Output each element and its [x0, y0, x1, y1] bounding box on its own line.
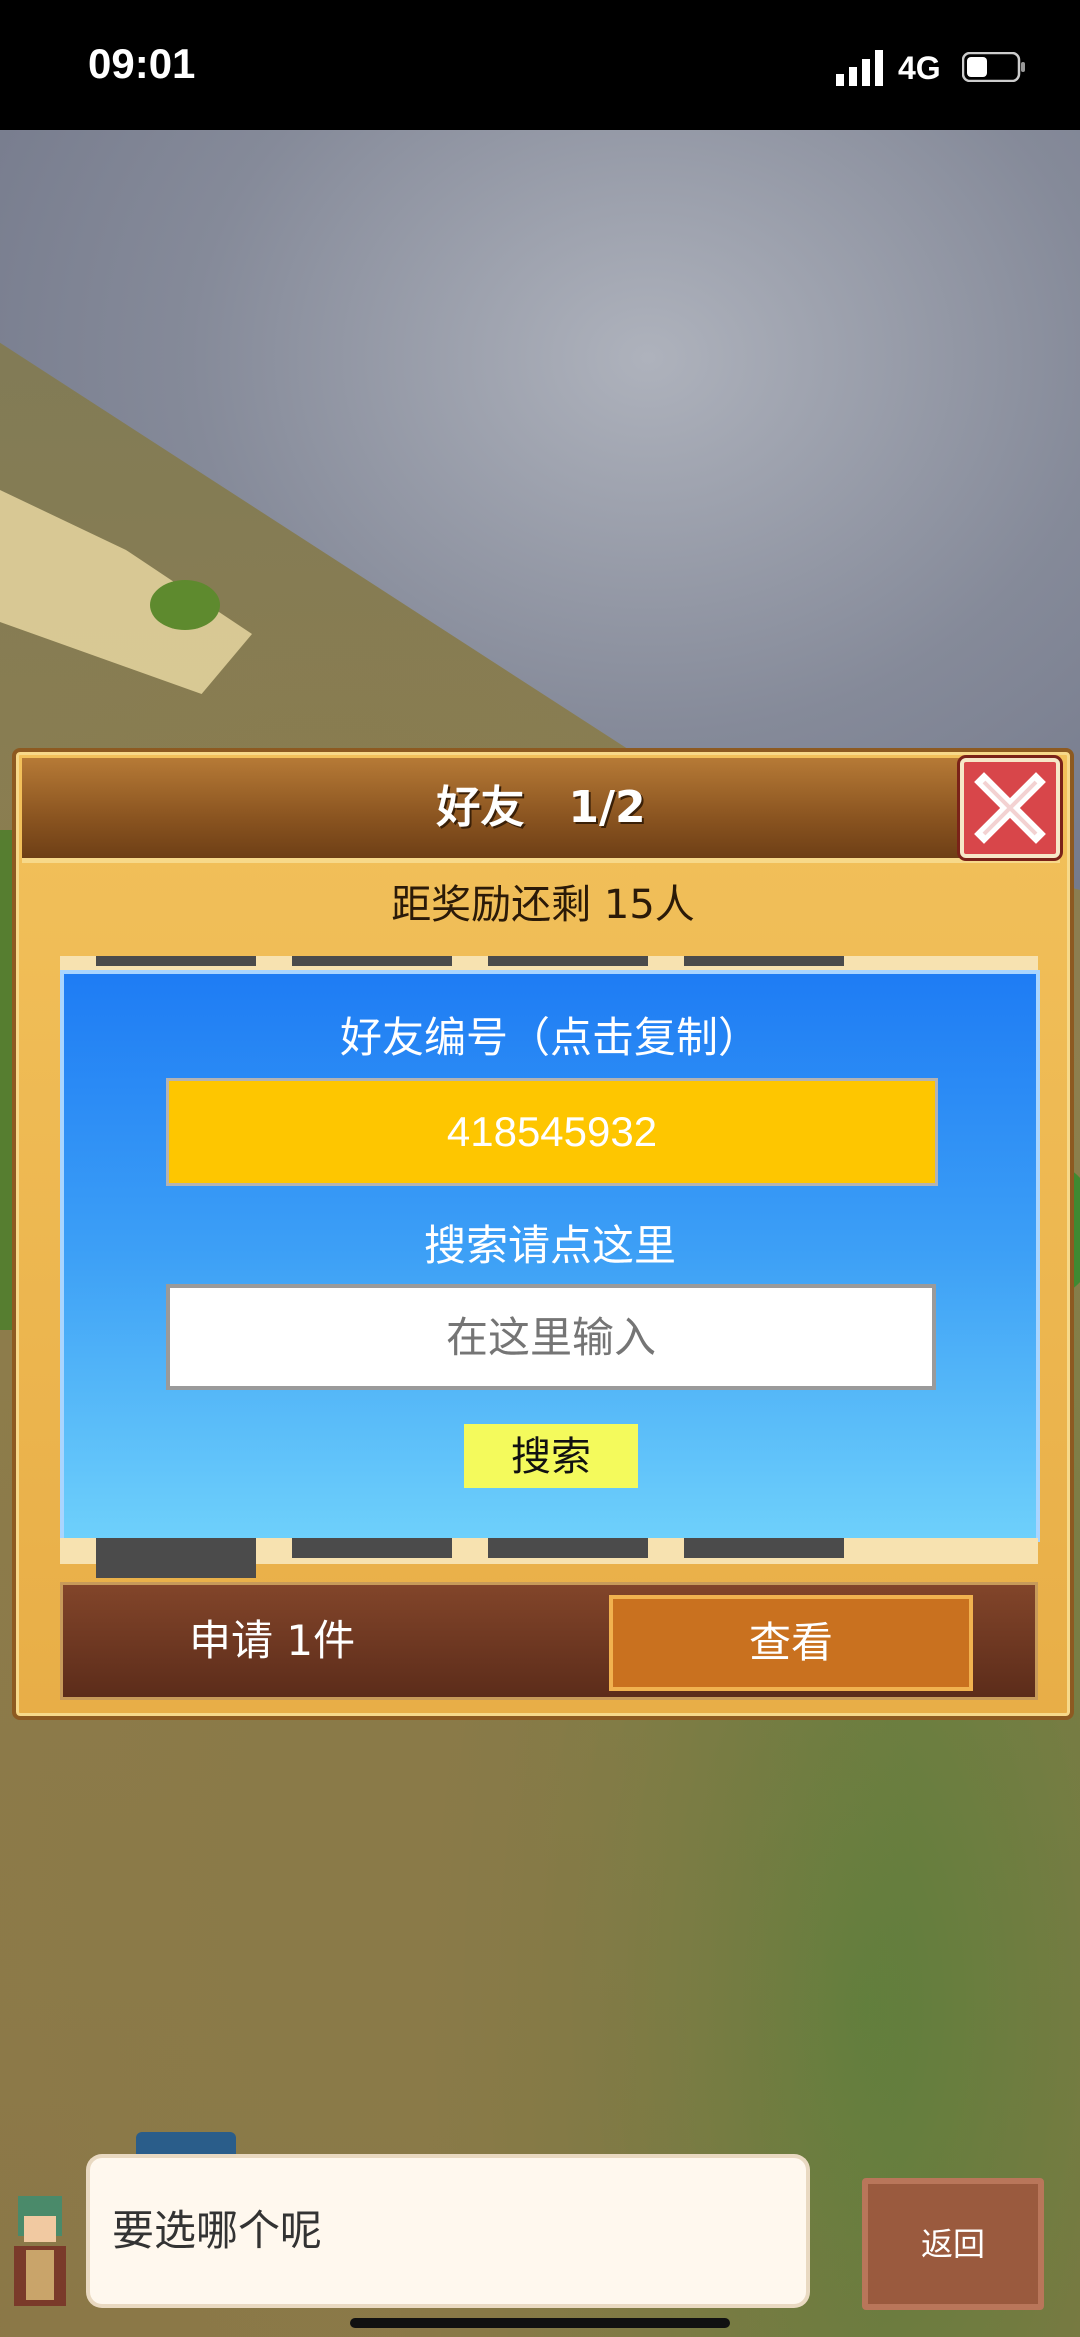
- friend-search-input[interactable]: [166, 1284, 936, 1390]
- status-time: 09:01: [88, 40, 196, 87]
- advisor-message-box: 要选哪个呢: [90, 2158, 806, 2304]
- page-indicator-top: [60, 956, 1038, 985]
- network-type: 4G: [898, 50, 941, 86]
- search-label: 搜索请点这里: [423, 1221, 676, 1270]
- view-requests-button[interactable]: 查看: [609, 1595, 973, 1691]
- home-indicator[interactable]: [350, 2318, 730, 2328]
- close-button[interactable]: [960, 758, 1060, 858]
- close-icon: [974, 772, 1046, 844]
- friend-dialog: 好友 1/2 距奖励还剩 15人 好友编号（点击复制） 418545932 搜索…: [12, 748, 1074, 1720]
- search-button[interactable]: 搜索: [464, 1424, 638, 1488]
- reward-remaining-text: 距奖励还剩 15人: [391, 882, 695, 928]
- dialog-header: 好友 1/2: [22, 758, 1060, 863]
- friend-id-copy-button[interactable]: 418545932: [166, 1078, 938, 1186]
- page-indicator-bottom: [60, 1538, 1038, 1578]
- signal-icon: [836, 50, 883, 86]
- advisor-message-text: 要选哪个呢: [112, 2206, 323, 2255]
- tree: [150, 580, 220, 630]
- request-count-text: 申请 1件: [189, 1616, 356, 1665]
- advisor-avatar-icon: [14, 2196, 66, 2306]
- battery-icon: [962, 52, 1025, 82]
- friend-panel: 好友编号（点击复制） 418545932 搜索请点这里 搜索: [60, 970, 1040, 1542]
- back-button[interactable]: 返回: [862, 2178, 1044, 2310]
- dialog-title: 好友 1/2: [436, 782, 646, 833]
- friend-request-bar: 申请 1件 查看: [60, 1582, 1038, 1700]
- friend-id-label: 好友编号（点击复制）: [339, 1013, 760, 1062]
- status-bar: 09:01 4G: [0, 0, 1080, 130]
